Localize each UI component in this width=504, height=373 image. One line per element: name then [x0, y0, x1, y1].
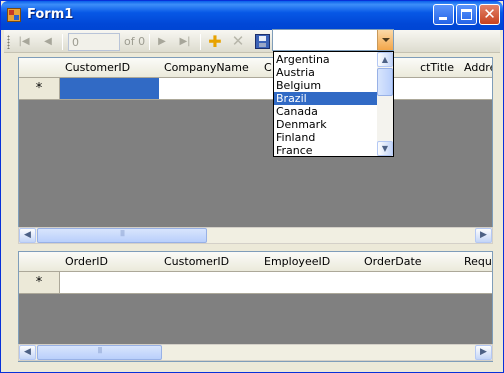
header-corner[interactable] [19, 58, 61, 78]
binding-navigator: |◀ ◀ 0 of 0 ▶ ▶| ✚ ✕ [4, 30, 500, 53]
scroll-down-icon[interactable]: ▼ [377, 141, 393, 156]
column-header-companyname[interactable]: CompanyName [159, 58, 260, 78]
move-first-button[interactable]: |◀ [16, 34, 32, 49]
scroll-left-icon[interactable]: ◀ [19, 345, 36, 360]
customers-grid[interactable]: CustomerID CompanyName C ctTitle Addre * [18, 57, 493, 244]
toolbar-separator [149, 34, 150, 50]
header-corner[interactable] [19, 252, 61, 272]
form1-window: Form1 ✕ |◀ ◀ 0 of 0 ▶ ▶| ✚ ✕ CustomerID [0, 0, 504, 373]
grid-cell[interactable] [459, 78, 492, 100]
count-label: of 0 [124, 35, 146, 48]
dropdown-option[interactable]: France [274, 144, 378, 156]
window-title: Form1 [27, 7, 74, 22]
scroll-left-icon[interactable]: ◀ [19, 228, 36, 243]
column-header-customerid[interactable]: CustomerID [159, 252, 260, 272]
close-button[interactable]: ✕ [479, 4, 500, 25]
close-icon: ✕ [483, 5, 496, 23]
save-icon[interactable] [255, 34, 270, 49]
column-header-employeeid[interactable]: EmployeeID [259, 252, 360, 272]
scroll-right-icon[interactable]: ▶ [475, 228, 492, 243]
orders-horizontal-scrollbar[interactable]: ◀ ▶ [18, 344, 493, 361]
dropdown-option[interactable]: Denmark [274, 118, 378, 131]
scroll-thumb[interactable] [377, 68, 393, 96]
column-header-requireddate[interactable]: Requ [459, 252, 492, 272]
toolbar-separator [62, 34, 63, 50]
minimize-icon [439, 17, 447, 20]
grid-cell[interactable] [459, 272, 492, 294]
column-header-orderid[interactable]: OrderID [60, 252, 160, 272]
dropdown-option[interactable]: Argentina [274, 53, 378, 66]
maximize-icon [461, 9, 472, 20]
dropdown-option[interactable]: Canada [274, 105, 378, 118]
delete-button[interactable]: ✕ [230, 34, 246, 50]
add-new-button[interactable]: ✚ [207, 34, 223, 50]
new-row-marker[interactable]: * [19, 272, 60, 294]
chevron-down-icon[interactable] [377, 30, 393, 50]
move-last-button[interactable]: ▶| [177, 34, 193, 49]
dropdown-vertical-scrollbar[interactable]: ▲ ▼ [377, 52, 393, 156]
scroll-right-icon[interactable]: ▶ [475, 345, 492, 360]
move-next-button[interactable]: ▶ [154, 34, 170, 49]
title-bar[interactable]: Form1 ✕ [1, 1, 503, 30]
grid-cell[interactable] [359, 272, 460, 294]
grid-header: CustomerID CompanyName C ctTitle Addre [19, 58, 492, 78]
scroll-thumb[interactable] [37, 345, 162, 360]
dropdown-option[interactable]: Finland [274, 131, 378, 144]
grid-cell[interactable] [159, 78, 260, 100]
position-textbox[interactable]: 0 [68, 33, 120, 51]
maximize-button[interactable] [456, 4, 477, 25]
minimize-button[interactable] [433, 4, 454, 25]
customers-horizontal-scrollbar[interactable]: ◀ ▶ [18, 227, 493, 244]
form-icon[interactable] [7, 8, 21, 22]
grid-cell[interactable] [60, 78, 160, 100]
grid-cell[interactable] [259, 272, 360, 294]
scroll-up-icon[interactable]: ▲ [377, 52, 393, 67]
new-row-marker[interactable]: * [19, 78, 60, 100]
dropdown-option[interactable]: Austria [274, 66, 378, 79]
scroll-thumb[interactable] [37, 228, 207, 243]
grid-header: OrderID CustomerID EmployeeID OrderDate … [19, 252, 492, 272]
toolbar-grip[interactable] [7, 35, 10, 49]
country-dropdown-list[interactable]: Argentina Austria Belgium Brazil Canada … [273, 51, 394, 157]
column-header-customerid[interactable]: CustomerID [60, 58, 160, 78]
dropdown-option[interactable]: Belgium [274, 79, 378, 92]
column-header-address[interactable]: Addre [459, 58, 492, 78]
country-combobox[interactable] [272, 29, 394, 51]
toolbar-separator [200, 34, 201, 50]
grid-cell[interactable] [159, 272, 260, 294]
move-previous-button[interactable]: ◀ [40, 34, 56, 49]
column-header-orderdate[interactable]: OrderDate [359, 252, 460, 272]
grid-cell[interactable] [60, 272, 160, 294]
dropdown-option-highlighted[interactable]: Brazil [274, 92, 378, 105]
